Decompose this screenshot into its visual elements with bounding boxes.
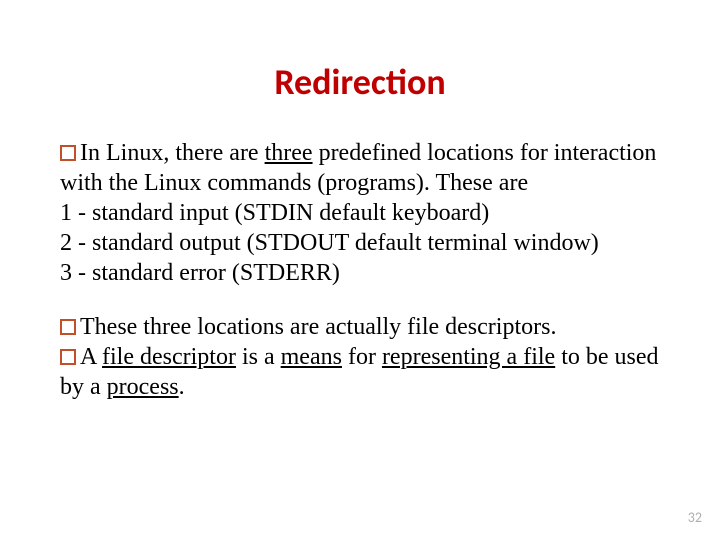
text: is a <box>236 344 281 370</box>
slide-body: In Linux, there are three predefined loc… <box>60 138 660 402</box>
text: A <box>80 344 102 370</box>
underlined-text: means <box>281 344 342 370</box>
underlined-text: process <box>107 374 179 400</box>
slide-title: Redirection <box>60 60 660 104</box>
bullet-line: These three locations are actually file … <box>60 312 660 342</box>
text: In Linux, there are <box>80 140 265 166</box>
text: for <box>342 344 382 370</box>
slide: Redirection In Linux, there are three pr… <box>0 0 720 540</box>
paragraph-1: In Linux, there are three predefined loc… <box>60 138 660 288</box>
text: These three locations are actually file … <box>80 314 556 340</box>
list-item: 2 - standard output (STDOUT default term… <box>60 230 599 256</box>
underlined-text: representing a file <box>382 344 555 370</box>
text: . <box>179 374 185 400</box>
underlined-text: file descriptor <box>102 344 236 370</box>
square-bullet-icon <box>60 145 76 161</box>
list-item: 1 - standard input (STDIN default keyboa… <box>60 200 489 226</box>
paragraph-2: These three locations are actually file … <box>60 312 660 402</box>
square-bullet-icon <box>60 349 76 365</box>
page-number: 32 <box>688 509 702 526</box>
underlined-text: three <box>265 140 313 166</box>
list-item: 3 - standard error (STDERR) <box>60 260 340 286</box>
bullet-line: A file descriptor is a means for represe… <box>60 342 660 402</box>
square-bullet-icon <box>60 319 76 335</box>
